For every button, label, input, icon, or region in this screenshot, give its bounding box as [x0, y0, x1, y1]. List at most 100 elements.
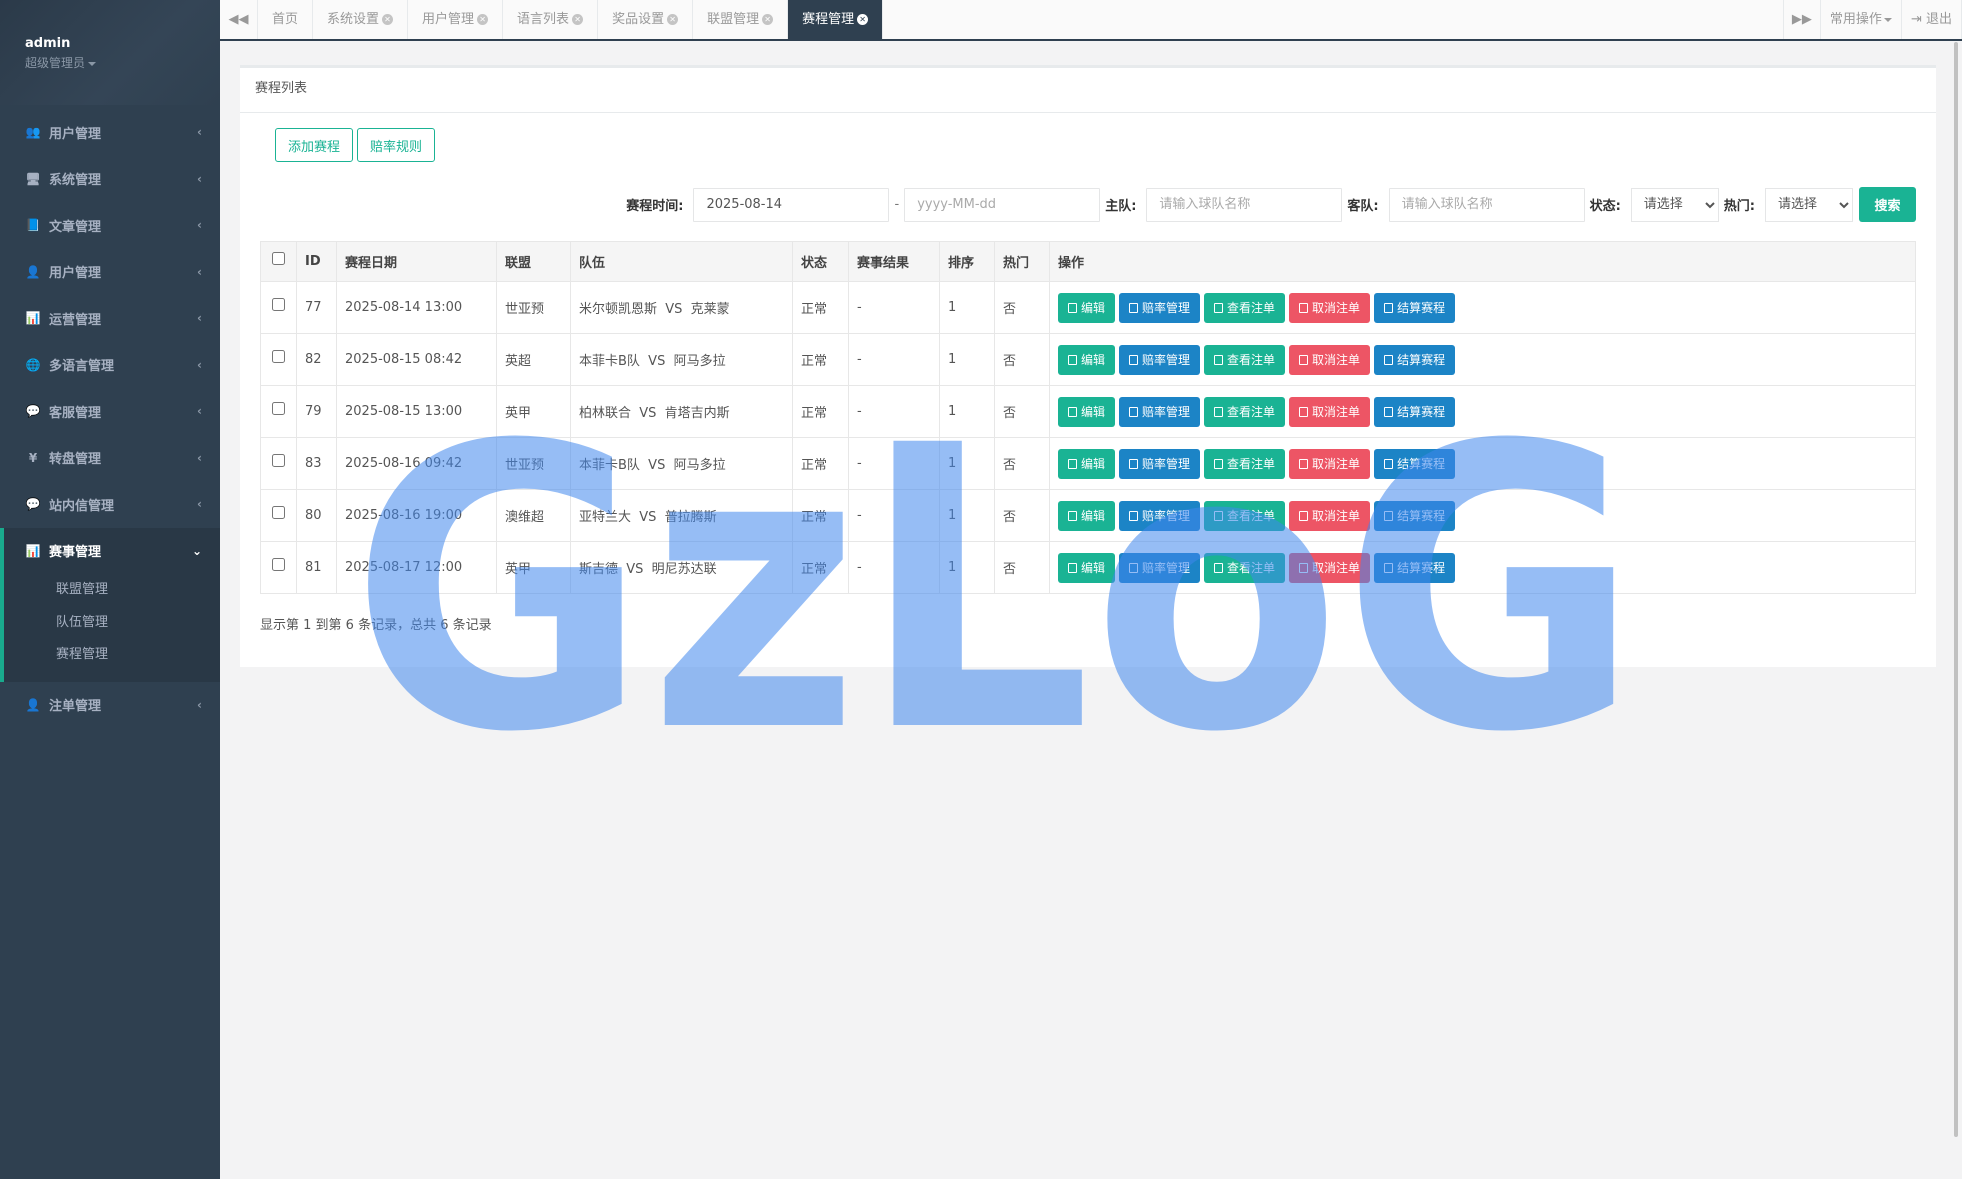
close-icon[interactable]: ✕ [382, 14, 394, 25]
tab-scroll-left-button[interactable]: ◀◀ [220, 0, 258, 39]
close-icon[interactable]: ✕ [857, 14, 869, 25]
row-select-cell [260, 437, 297, 490]
col-status[interactable]: 状态 [792, 241, 849, 282]
sidebar-item-sidebar-items-0[interactable]: 👥 用户管理 ‹ [0, 109, 220, 156]
row-checkbox[interactable] [272, 402, 285, 415]
odds-management-button[interactable]: 赔率管理 [1119, 292, 1201, 323]
col-id[interactable]: ID [296, 241, 337, 282]
sidebar-item-sidebar-active[interactable]: 📊 赛事管理 ⌄ [4, 528, 220, 575]
sidebar-item-sidebar-items-6[interactable]: 💬 客服管理 ‹ [0, 388, 220, 435]
close-icon[interactable]: ✕ [667, 14, 679, 25]
sidebar-item-sidebar-items-1[interactable]: 🖥 系统管理 ‹ [0, 156, 220, 203]
desktop-icon: 🖥 [25, 171, 41, 186]
view-bets-button[interactable]: 查看注单 [1204, 500, 1286, 531]
settle-schedule-button[interactable]: 结算赛程 [1374, 448, 1456, 479]
col-date[interactable]: 赛程日期 [336, 241, 497, 282]
logout-button[interactable]: ⇥ 退出 [1902, 0, 1962, 39]
tab-1[interactable]: 系统设置 ✕ [313, 0, 409, 39]
row-checkbox[interactable] [272, 350, 285, 363]
cell-id: 81 [296, 541, 337, 594]
sidebar-item-sidebar-items-8[interactable]: 💬 站内信管理 ‹ [0, 481, 220, 528]
edit-button[interactable]: 编辑 [1058, 500, 1116, 531]
col-result[interactable]: 赛事结果 [848, 241, 940, 282]
page-scrollbar[interactable] [1954, 42, 1958, 1137]
sidebar-item-label: 转盘管理 [49, 452, 102, 468]
odds-management-button[interactable]: 赔率管理 [1119, 448, 1201, 479]
edit-button[interactable]: 编辑 [1058, 552, 1116, 583]
sidebar: admin 超级管理员 👥 用户管理 ‹ 🖥 系统管理 ‹ 📘 文章管理 ‹ 👤… [0, 0, 220, 1179]
close-icon[interactable]: ✕ [477, 14, 489, 25]
cell-league: 世亚预 [496, 281, 571, 334]
odds-rules-button[interactable]: 赔率规则 [357, 128, 436, 162]
tab-scroll-right-button[interactable]: ▶▶ [1782, 0, 1821, 39]
settle-schedule-button[interactable]: 结算赛程 [1374, 292, 1456, 323]
search-button[interactable]: 搜索 [1859, 187, 1916, 222]
toolbar: 添加赛程 赔率规则 [275, 128, 436, 162]
view-bets-button[interactable]: 查看注单 [1204, 292, 1286, 323]
col-sort[interactable]: 排序 [939, 241, 995, 282]
col-teams[interactable]: 队伍 [570, 241, 793, 282]
cancel-bets-button[interactable]: 取消注单 [1289, 448, 1371, 479]
settle-schedule-button[interactable]: 结算赛程 [1374, 500, 1456, 531]
cell-sort: 1 [939, 281, 995, 334]
edit-button[interactable]: 编辑 [1058, 448, 1116, 479]
user-role-dropdown[interactable]: 超级管理员 [25, 54, 220, 71]
select-all-checkbox[interactable] [272, 252, 285, 265]
trash-icon [1299, 302, 1309, 313]
edit-button[interactable]: 编辑 [1058, 344, 1116, 375]
tab-6[interactable]: 赛程管理 ✕ [788, 0, 884, 39]
sidebar-item-sidebar-after-0[interactable]: 👤 注单管理 ‹ [0, 682, 220, 729]
status-select[interactable]: 请选择 [1630, 187, 1719, 222]
sidebar-item-sidebar-items-2[interactable]: 📘 文章管理 ‹ [0, 202, 220, 249]
edit-button[interactable]: 编辑 [1058, 292, 1116, 323]
tab-label: 奖品设置 [612, 12, 665, 27]
sidebar-subitem[interactable]: 队伍管理 [4, 607, 220, 640]
row-checkbox[interactable] [272, 298, 285, 311]
home-team-input[interactable] [1146, 187, 1343, 222]
settle-schedule-button[interactable]: 结算赛程 [1374, 396, 1456, 427]
end-date-input[interactable] [904, 187, 1101, 222]
tab-4[interactable]: 奖品设置 ✕ [598, 0, 694, 39]
col-hot[interactable]: 热门 [994, 241, 1050, 282]
chat-icon: 💬 [25, 404, 41, 419]
odds-management-button[interactable]: 赔率管理 [1119, 500, 1201, 531]
tab-5[interactable]: 联盟管理 ✕ [693, 0, 789, 39]
sidebar-item-sidebar-items-4[interactable]: 📊 运营管理 ‹ [0, 295, 220, 342]
tab-3[interactable]: 语言列表 ✕ [503, 0, 599, 39]
tab-0[interactable]: 首页 [258, 0, 314, 39]
cancel-bets-button[interactable]: 取消注单 [1289, 500, 1371, 531]
view-bets-button[interactable]: 查看注单 [1204, 344, 1286, 375]
sidebar-item-sidebar-items-5[interactable]: 🌐 多语言管理 ‹ [0, 342, 220, 389]
row-checkbox[interactable] [272, 558, 285, 571]
sidebar-item-sidebar-items-3[interactable]: 👤 用户管理 ‹ [0, 249, 220, 296]
close-icon[interactable]: ✕ [572, 14, 584, 25]
close-icon[interactable]: ✕ [762, 14, 774, 25]
view-bets-button[interactable]: 查看注单 [1204, 552, 1286, 583]
cancel-bets-button[interactable]: 取消注单 [1289, 552, 1371, 583]
sidebar-item-sidebar-items-7[interactable]: ¥ 转盘管理 ‹ [0, 435, 220, 482]
col-league[interactable]: 联盟 [496, 241, 571, 282]
row-checkbox[interactable] [272, 454, 285, 467]
start-date-input[interactable] [693, 187, 890, 222]
odds-management-button[interactable]: 赔率管理 [1119, 344, 1201, 375]
settle-schedule-button[interactable]: 结算赛程 [1374, 552, 1456, 583]
edit-button[interactable]: 编辑 [1058, 396, 1116, 427]
odds-management-button[interactable]: 赔率管理 [1119, 396, 1201, 427]
tab-2[interactable]: 用户管理 ✕ [408, 0, 504, 39]
sidebar-subitem[interactable]: 赛程管理 [4, 639, 220, 672]
common-ops-dropdown[interactable]: 常用操作 [1821, 0, 1902, 39]
hot-select[interactable]: 请选择 [1765, 187, 1853, 222]
cancel-bets-button[interactable]: 取消注单 [1289, 396, 1371, 427]
settle-schedule-button[interactable]: 结算赛程 [1374, 344, 1456, 375]
cell-teams: 本菲卡B队 VS 阿马多拉 [570, 333, 793, 386]
sidebar-subitem[interactable]: 联盟管理 [4, 574, 220, 607]
add-schedule-button[interactable]: 添加赛程 [275, 128, 354, 162]
away-team-input[interactable] [1388, 187, 1585, 222]
view-bets-button[interactable]: 查看注单 [1204, 396, 1286, 427]
row-checkbox[interactable] [272, 506, 285, 519]
cancel-bets-button[interactable]: 取消注单 [1289, 344, 1371, 375]
view-bets-button[interactable]: 查看注单 [1204, 448, 1286, 479]
cancel-bets-button[interactable]: 取消注单 [1289, 292, 1371, 323]
odds-management-button[interactable]: 赔率管理 [1119, 552, 1201, 583]
action-label: 查看注单 [1227, 456, 1276, 471]
